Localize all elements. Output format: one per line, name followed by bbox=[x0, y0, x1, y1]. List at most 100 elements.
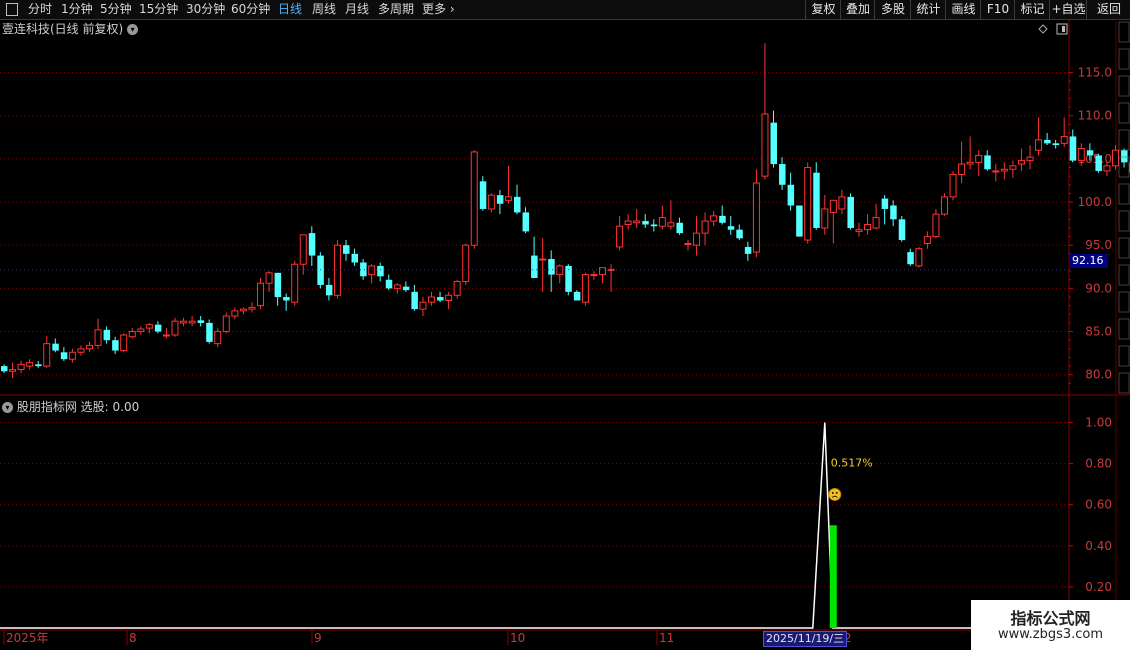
candle-body bbox=[864, 223, 872, 231]
candle-body bbox=[248, 306, 256, 310]
candle-body bbox=[796, 205, 803, 237]
side-strip-glyph bbox=[1118, 318, 1130, 340]
watermark-url: www.zbgs3.com bbox=[997, 627, 1104, 642]
ind-y-tick-label: 1.00 bbox=[1085, 416, 1112, 430]
y-tick-label: 110.0 bbox=[1078, 109, 1112, 123]
time-label: 10 bbox=[510, 631, 525, 645]
side-strip-glyph bbox=[1118, 48, 1130, 70]
candle-body bbox=[437, 297, 444, 301]
y-tick-label: 95.0 bbox=[1085, 238, 1112, 252]
candle-body bbox=[317, 255, 324, 285]
candle-body bbox=[17, 363, 25, 371]
cursor-date-tag: 2025/11/19/三 bbox=[763, 631, 848, 647]
candle-body bbox=[171, 320, 179, 336]
candle-body bbox=[504, 196, 512, 201]
sad-face-eye bbox=[831, 492, 834, 494]
candle-body bbox=[915, 248, 923, 267]
candle-body bbox=[1060, 135, 1068, 144]
candle-body bbox=[701, 220, 709, 234]
candle-body bbox=[325, 284, 333, 296]
candle-body bbox=[231, 310, 239, 317]
time-label: 2025年 bbox=[6, 631, 49, 645]
candle-body bbox=[829, 199, 837, 213]
candle-body bbox=[1086, 150, 1094, 156]
candle-body bbox=[1095, 155, 1102, 171]
current-price-tag: 92.16 bbox=[1069, 254, 1108, 268]
candle-body bbox=[419, 301, 427, 310]
candle-body bbox=[522, 212, 530, 232]
candle-body bbox=[162, 334, 170, 337]
candle-body bbox=[633, 220, 641, 224]
candle-body bbox=[744, 246, 752, 254]
y-tick-label: 85.0 bbox=[1085, 325, 1112, 339]
side-strip-glyph bbox=[1118, 237, 1130, 259]
candle-body bbox=[385, 279, 393, 289]
candle-body bbox=[693, 232, 701, 246]
candle-body bbox=[377, 265, 384, 277]
side-strip-glyph bbox=[1118, 75, 1130, 97]
diamond-icon bbox=[1038, 24, 1048, 34]
candle-body bbox=[847, 196, 854, 228]
candle-body bbox=[308, 233, 316, 256]
candle-body bbox=[60, 352, 68, 360]
side-strip-glyph bbox=[1118, 264, 1130, 286]
candle-body bbox=[1044, 139, 1051, 144]
candle-body bbox=[907, 252, 914, 265]
candle-body bbox=[855, 229, 863, 232]
time-label: 8 bbox=[129, 631, 137, 645]
y-tick-label: 90.0 bbox=[1085, 281, 1112, 295]
side-strip-glyph bbox=[1118, 210, 1130, 232]
kline-chart[interactable]: 115.0110.0105.0100.095.090.085.080.01.00… bbox=[0, 0, 1130, 650]
candle-body bbox=[1077, 148, 1085, 162]
candle-body bbox=[890, 205, 897, 220]
candle-body bbox=[206, 322, 213, 342]
candle-body bbox=[470, 151, 478, 246]
candle-body bbox=[1069, 136, 1077, 161]
candle-body bbox=[821, 208, 829, 229]
candle-body bbox=[283, 297, 290, 301]
side-strip-glyph bbox=[1118, 102, 1130, 124]
candle-body bbox=[1052, 143, 1060, 146]
candle-body bbox=[188, 320, 196, 324]
candle-body bbox=[676, 222, 683, 234]
dropdown-icon[interactable]: ▾ bbox=[2, 402, 13, 413]
candle-body bbox=[496, 195, 504, 204]
candle-body bbox=[360, 262, 367, 277]
candle-body bbox=[445, 294, 453, 301]
candle-body bbox=[642, 221, 649, 225]
candle-body bbox=[590, 274, 598, 277]
candle-body bbox=[462, 244, 470, 282]
candle-body bbox=[992, 170, 1000, 173]
candle-body bbox=[581, 274, 589, 303]
candle-body bbox=[949, 173, 957, 198]
candle-body bbox=[487, 194, 495, 210]
candle-body bbox=[411, 291, 418, 310]
indicator-title: ▾ 股朋指标网 选股: 0.00 bbox=[2, 398, 139, 415]
signal-bar bbox=[829, 525, 837, 628]
candle-body bbox=[368, 265, 376, 276]
y-tick-label: 115.0 bbox=[1078, 66, 1112, 80]
candle-body bbox=[573, 291, 581, 301]
candle-body bbox=[599, 267, 606, 276]
candle-body bbox=[514, 196, 521, 213]
candle-body bbox=[684, 242, 692, 245]
candle-body bbox=[35, 364, 42, 367]
maximize-icon-inner bbox=[1062, 26, 1065, 32]
candle-body bbox=[120, 334, 128, 352]
indicator-line bbox=[0, 422, 1069, 629]
side-strip-glyph bbox=[1118, 372, 1130, 394]
y-tick-label: 100.0 bbox=[1078, 195, 1112, 209]
candle-body bbox=[727, 226, 735, 230]
candle-body bbox=[52, 343, 59, 351]
candle-body bbox=[94, 329, 102, 346]
watermark: 指标公式网 www.zbgs3.com bbox=[971, 600, 1130, 650]
candle-body bbox=[531, 255, 538, 279]
time-label: 9 bbox=[314, 631, 322, 645]
candle-body bbox=[180, 320, 188, 324]
ind-y-tick-label: 0.60 bbox=[1085, 498, 1112, 512]
candle-body bbox=[881, 198, 889, 209]
candle-body bbox=[343, 245, 350, 254]
candle-body bbox=[779, 164, 786, 185]
candle-body bbox=[1, 366, 8, 372]
candle-body bbox=[1026, 156, 1034, 162]
